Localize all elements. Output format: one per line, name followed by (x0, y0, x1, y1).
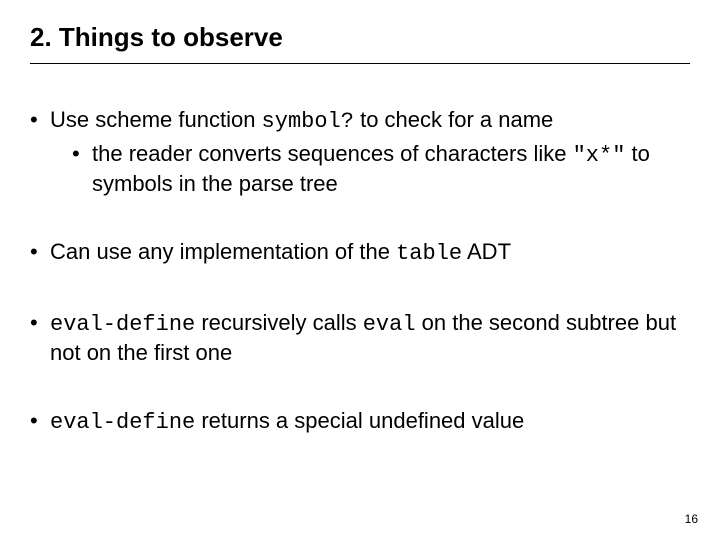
slide: 2. Things to observe Use scheme function… (0, 0, 720, 540)
bullet-item: Use scheme function symbol? to check for… (30, 106, 690, 198)
slide-title: 2. Things to observe (30, 22, 690, 53)
title-block: 2. Things to observe (30, 22, 690, 64)
text: to check for a name (354, 107, 553, 132)
code-literal: "x*" (573, 143, 626, 168)
code-eval: eval (363, 312, 416, 337)
sub-bullet-item: the reader converts sequences of charact… (72, 140, 690, 198)
page-number: 16 (685, 512, 698, 526)
text: the reader converts sequences of charact… (92, 141, 573, 166)
code-symbol: symbol? (262, 109, 354, 134)
sub-bullet-list: the reader converts sequences of charact… (72, 140, 690, 198)
text: recursively calls (195, 310, 362, 335)
bullet-item: eval-define recursively calls eval on th… (30, 309, 690, 367)
bullet-item: eval-define returns a special undefined … (30, 407, 690, 437)
code-table: table (396, 241, 462, 266)
code-eval-define: eval-define (50, 410, 195, 435)
text: returns a special undefined value (195, 408, 524, 433)
text: ADT (462, 239, 511, 264)
bullet-item: Can use any implementation of the table … (30, 238, 690, 268)
text: Use scheme function (50, 107, 262, 132)
bullet-list: Use scheme function symbol? to check for… (30, 106, 690, 437)
text: Can use any implementation of the (50, 239, 396, 264)
code-eval-define: eval-define (50, 312, 195, 337)
